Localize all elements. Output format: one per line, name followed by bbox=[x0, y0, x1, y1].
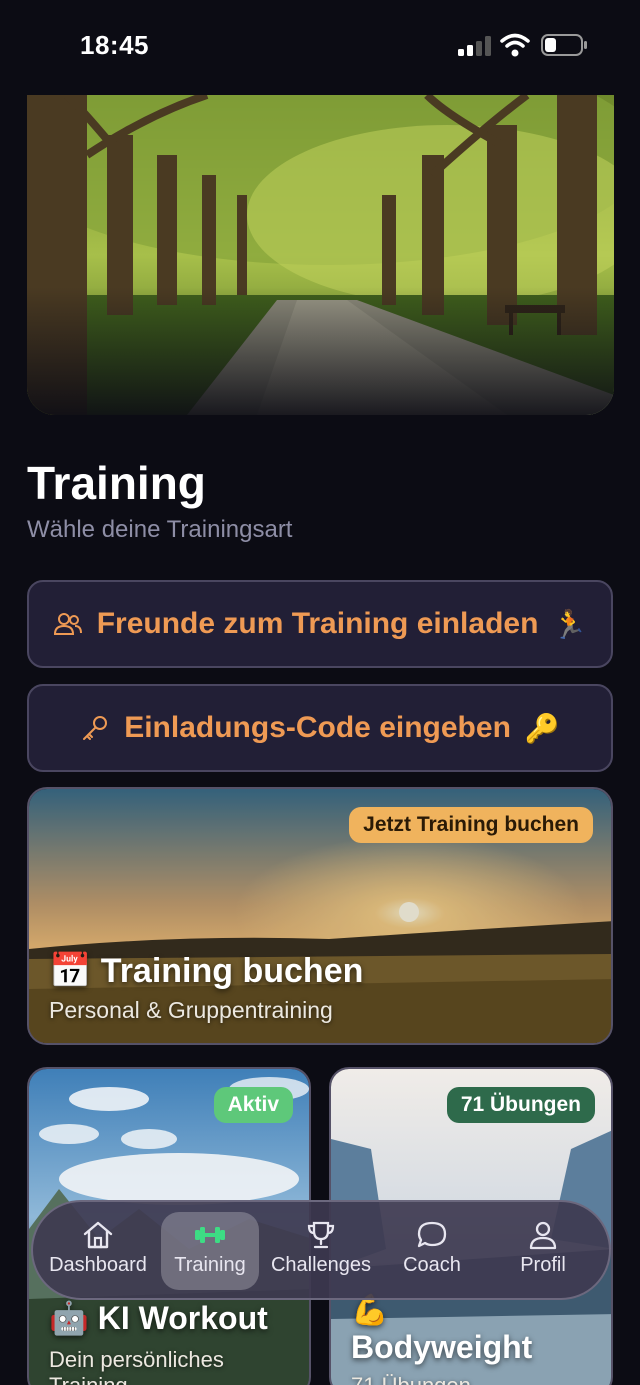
robot-emoji: 🤖 bbox=[49, 1300, 89, 1336]
person-icon bbox=[529, 1221, 557, 1250]
tab-challenges[interactable]: Challenges bbox=[266, 1212, 376, 1290]
wifi-icon bbox=[500, 33, 530, 57]
tab-training-label: Training bbox=[174, 1254, 246, 1276]
book-training-card[interactable]: Jetzt Training buchen 📅 Training buchen … bbox=[27, 787, 613, 1045]
trophy-icon bbox=[307, 1221, 335, 1249]
tab-coach-label: Coach bbox=[403, 1254, 461, 1276]
tab-training[interactable]: Training bbox=[161, 1212, 259, 1290]
book-training-title-text: Training buchen bbox=[100, 952, 364, 990]
book-training-subtitle: Personal & Gruppentraining bbox=[49, 997, 333, 1023]
chat-bubble-icon bbox=[417, 1221, 447, 1248]
bodyweight-title: Bodyweight bbox=[351, 1329, 533, 1365]
tab-bar: Dashboard Training Challenges Coach Prof… bbox=[31, 1200, 611, 1300]
active-badge: Aktiv bbox=[213, 1087, 293, 1123]
tab-coach[interactable]: Coach bbox=[377, 1212, 487, 1290]
users-icon bbox=[53, 613, 82, 635]
enter-code-label: Einladungs-Code eingeben bbox=[124, 711, 511, 744]
dumbbell-icon bbox=[195, 1227, 225, 1243]
tab-dashboard-label: Dashboard bbox=[49, 1254, 147, 1276]
bodyweight-subtitle: 71 Übungen bbox=[351, 1373, 471, 1385]
tab-profil[interactable]: Profil bbox=[488, 1212, 598, 1290]
status-bar: 18:45 bbox=[0, 0, 640, 92]
battery-icon bbox=[541, 34, 587, 56]
tab-challenges-label: Challenges bbox=[270, 1254, 372, 1276]
exercise-count-badge: 71 Übungen bbox=[446, 1087, 595, 1123]
signal-icon bbox=[458, 36, 491, 56]
invite-friends-button[interactable]: Freunde zum Training einladen 🏃 bbox=[27, 580, 613, 668]
book-now-badge: Jetzt Training buchen bbox=[349, 807, 593, 843]
page-subtitle: Wähle deine Trainingsart bbox=[27, 516, 293, 543]
page-title: Training bbox=[27, 457, 206, 509]
home-icon bbox=[83, 1221, 113, 1249]
key-emoji: 🔑 bbox=[524, 712, 560, 744]
book-training-title: 📅 Training buchen bbox=[49, 951, 363, 991]
ki-workout-title: 🤖 KI Workout bbox=[49, 1299, 268, 1337]
ki-workout-title-text: KI Workout bbox=[97, 1300, 268, 1336]
ki-workout-subtitle-2: Training bbox=[49, 1373, 128, 1385]
hero-image bbox=[27, 95, 614, 415]
key-icon bbox=[83, 716, 108, 740]
runner-emoji: 🏃 bbox=[552, 608, 588, 640]
enter-code-button[interactable]: Einladungs-Code eingeben 🔑 bbox=[27, 684, 613, 772]
invite-friends-label: Freunde zum Training einladen bbox=[96, 607, 539, 640]
status-time: 18:45 bbox=[80, 30, 149, 60]
tab-profil-label: Profil bbox=[520, 1254, 566, 1276]
ki-workout-subtitle: Dein persönliches bbox=[49, 1347, 224, 1372]
tab-dashboard[interactable]: Dashboard bbox=[43, 1212, 153, 1290]
calendar-emoji: 📅 bbox=[49, 952, 92, 990]
